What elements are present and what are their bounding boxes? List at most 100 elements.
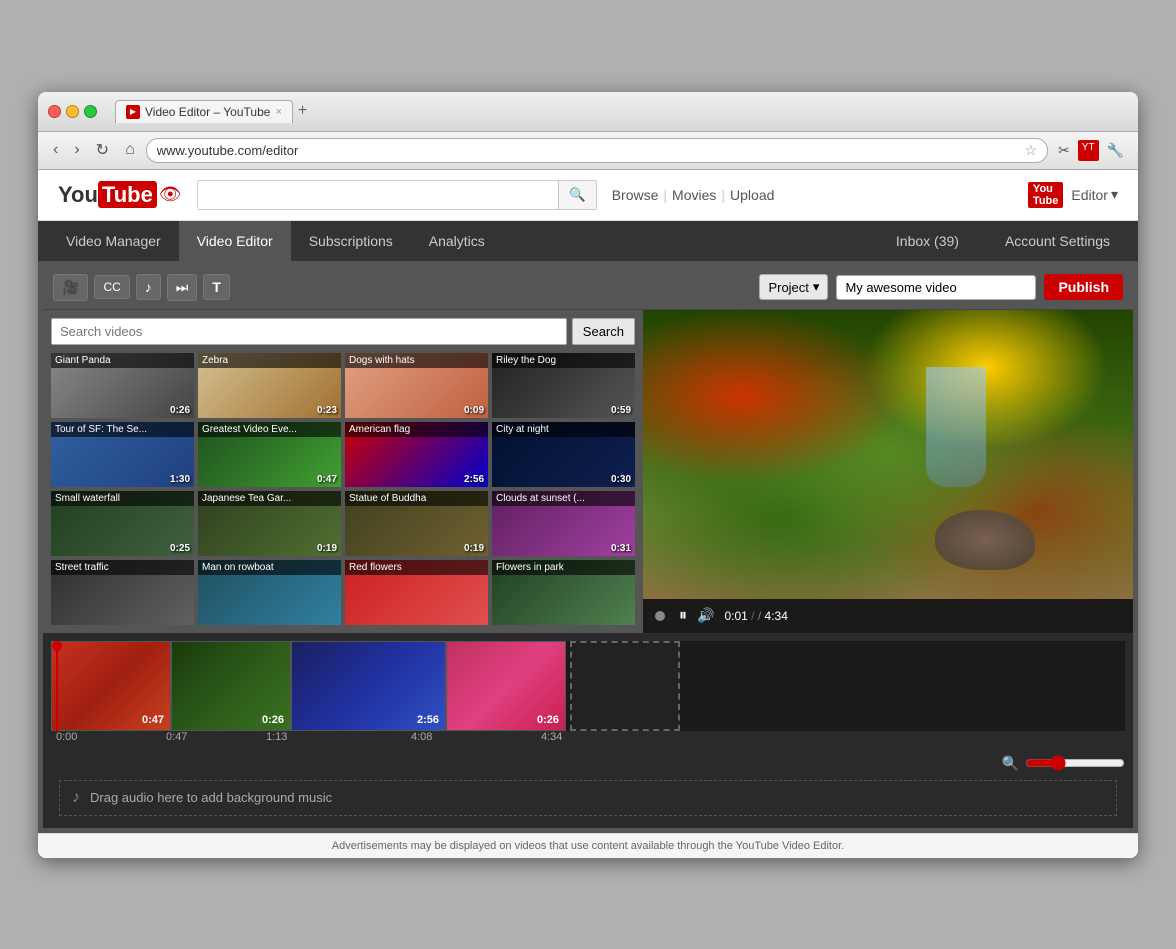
project-dropdown[interactable]: Project ▾ xyxy=(759,274,828,300)
garden-scene xyxy=(643,310,1133,599)
ruler-408: 4:08 xyxy=(411,731,432,743)
volume-icon[interactable]: 🔊 xyxy=(697,607,714,624)
nav-tools: ✂ YT 🔧 xyxy=(1054,140,1128,161)
video-thumb-flag[interactable]: American flag 2:56 xyxy=(345,422,488,487)
video-thumb-clouds[interactable]: Clouds at sunset (... 0:31 xyxy=(492,491,635,556)
playhead-head xyxy=(52,641,62,651)
transitions-tool-btn[interactable]: ⏭ xyxy=(167,274,198,301)
video-search-btn[interactable]: Search xyxy=(572,318,635,345)
video-grid: Giant Panda 0:26 Zebra 0:23 Dogs with ha… xyxy=(51,353,635,625)
video-thumb-redflowers[interactable]: Red flowers xyxy=(345,560,488,625)
video-thumb-traffic[interactable]: Street traffic xyxy=(51,560,194,625)
yt-right: YouTube Editor ▾ xyxy=(1028,182,1118,208)
search-input[interactable] xyxy=(198,181,558,209)
zoom-slider[interactable] xyxy=(1025,755,1125,771)
video-thumb-buddha[interactable]: Statue of Buddha 0:19 xyxy=(345,491,488,556)
preview-video xyxy=(643,310,1133,599)
video-thumb-dogs[interactable]: Dogs with hats 0:09 xyxy=(345,353,488,418)
yt-header: YouTube 👁 🔍 Browse | Movies | Upload You… xyxy=(38,170,1138,221)
active-tab[interactable]: Video Editor – YouTube × xyxy=(115,100,293,123)
tab-bar: Video Editor – YouTube × + xyxy=(115,100,1128,123)
video-grid-panel: Search Giant Panda 0:26 Zebra 0:23 xyxy=(43,310,643,633)
video-thumb-riley[interactable]: Riley the Dog 0:59 xyxy=(492,353,635,418)
browser-window: Video Editor – YouTube × + ‹ › ↻ ⌂ ☆ ✂ Y… xyxy=(38,92,1138,858)
yt-nav-links: Browse | Movies | Upload xyxy=(612,187,775,203)
text-tool-btn[interactable]: T xyxy=(203,274,230,300)
editor-container: 🎥 CC ♪ ⏭ T Project ▾ Publish Search xyxy=(38,261,1138,833)
timeline-clip-2[interactable]: 0:26 xyxy=(171,641,291,731)
audio-track[interactable]: ♪ Drag audio here to add background musi… xyxy=(59,780,1117,816)
upload-link[interactable]: Upload xyxy=(730,187,774,203)
video-thumb-tea[interactable]: Japanese Tea Gar... 0:19 xyxy=(198,491,341,556)
forward-btn[interactable]: › xyxy=(69,139,84,161)
ruler-434: 4:34 xyxy=(541,731,562,743)
nav-account-settings[interactable]: Account Settings xyxy=(987,221,1128,261)
project-name-input[interactable] xyxy=(836,275,1036,300)
zoom-controls: 🔍 xyxy=(51,751,1125,776)
wrench-icon[interactable]: 🔧 xyxy=(1103,140,1128,161)
music-note-icon: ♪ xyxy=(72,789,80,807)
editor-dropdown-btn[interactable]: Editor ▾ xyxy=(1071,186,1118,203)
minimize-button[interactable] xyxy=(66,105,79,118)
preview-panel: ⏸ 🔊 0:01 / / 4:34 xyxy=(643,310,1133,633)
yt-logo[interactable]: YouTube 👁 xyxy=(58,182,182,208)
close-button[interactable] xyxy=(48,105,61,118)
nav-video-manager[interactable]: Video Manager xyxy=(48,221,179,261)
cc-tool-btn[interactable]: CC xyxy=(94,275,129,299)
search-btn[interactable]: 🔍 xyxy=(558,181,596,209)
main-nav: Video Manager Video Editor Subscriptions… xyxy=(38,221,1138,261)
video-thumb-zebra[interactable]: Zebra 0:23 xyxy=(198,353,341,418)
pause-btn[interactable]: ⏸ xyxy=(679,607,687,625)
video-search-input[interactable] xyxy=(51,318,567,345)
garden-background xyxy=(643,310,1133,599)
search-row: Search xyxy=(51,318,635,345)
video-tool-btn[interactable]: 🎥 xyxy=(53,274,88,301)
home-btn[interactable]: ⌂ xyxy=(120,139,140,161)
ruler-113: 1:13 xyxy=(266,731,287,743)
footer-text: Advertisements may be displayed on video… xyxy=(332,840,844,852)
movies-link[interactable]: Movies xyxy=(672,187,716,203)
nav-video-editor[interactable]: Video Editor xyxy=(179,221,291,261)
video-thumb-greatest[interactable]: Greatest Video Eve... 0:47 xyxy=(198,422,341,487)
video-thumb-sf[interactable]: Tour of SF: The Se... 1:30 xyxy=(51,422,194,487)
yt-footer: Advertisements may be displayed on video… xyxy=(38,833,1138,858)
back-btn[interactable]: ‹ xyxy=(48,139,63,161)
yt-icon[interactable]: YT xyxy=(1078,140,1099,161)
ruler-47: 0:47 xyxy=(166,731,187,743)
nav-subscriptions[interactable]: Subscriptions xyxy=(291,221,411,261)
timeline-clip-3[interactable]: 2:56 xyxy=(291,641,446,731)
new-tab-btn[interactable]: + xyxy=(298,102,307,120)
publish-btn[interactable]: Publish xyxy=(1044,274,1123,300)
ruler-0: 0:00 xyxy=(56,731,77,743)
nav-analytics[interactable]: Analytics xyxy=(411,221,503,261)
maximize-button[interactable] xyxy=(84,105,97,118)
video-thumb-city[interactable]: City at night 0:30 xyxy=(492,422,635,487)
music-tool-btn[interactable]: ♪ xyxy=(136,274,161,300)
bookmark-icon[interactable]: ☆ xyxy=(1024,142,1037,159)
title-bar: Video Editor – YouTube × + xyxy=(38,92,1138,132)
video-thumb-rowboat[interactable]: Man on rowboat xyxy=(198,560,341,625)
tab-close-btn[interactable]: × xyxy=(275,106,281,118)
main-nav-right: Inbox (39) Account Settings xyxy=(878,221,1128,261)
refresh-btn[interactable]: ↻ xyxy=(91,138,114,162)
timeline-clip-1[interactable]: 0:47 xyxy=(51,641,171,731)
nav-inbox[interactable]: Inbox (39) xyxy=(878,221,977,261)
video-thumb-panda[interactable]: Giant Panda 0:26 xyxy=(51,353,194,418)
window-buttons xyxy=(48,105,97,118)
timeline-ruler: 0:00 0:47 1:13 4:08 4:34 xyxy=(51,731,1125,751)
logo-eye-icon: 👁 xyxy=(159,184,182,205)
timeline-section: 0:47 0:26 2:56 0:26 0:00 0: xyxy=(43,633,1133,828)
yt-icon-small: YouTube xyxy=(1028,182,1063,208)
address-input[interactable] xyxy=(157,143,1020,158)
clip-drop-zone[interactable] xyxy=(570,641,680,731)
video-thumb-park[interactable]: Flowers in park xyxy=(492,560,635,625)
timeline-clip-4[interactable]: 0:26 xyxy=(446,641,566,731)
browse-link[interactable]: Browse xyxy=(612,187,659,203)
project-controls: Project ▾ Publish xyxy=(759,274,1123,300)
tab-favicon xyxy=(126,105,140,119)
video-thumb-waterfall[interactable]: Small waterfall 0:25 xyxy=(51,491,194,556)
editor-body: Search Giant Panda 0:26 Zebra 0:23 xyxy=(43,310,1133,633)
player-controls: ⏸ 🔊 0:01 / / 4:34 xyxy=(643,599,1133,633)
extensions-icon[interactable]: ✂ xyxy=(1054,140,1074,161)
tab-title: Video Editor – YouTube xyxy=(145,105,270,119)
